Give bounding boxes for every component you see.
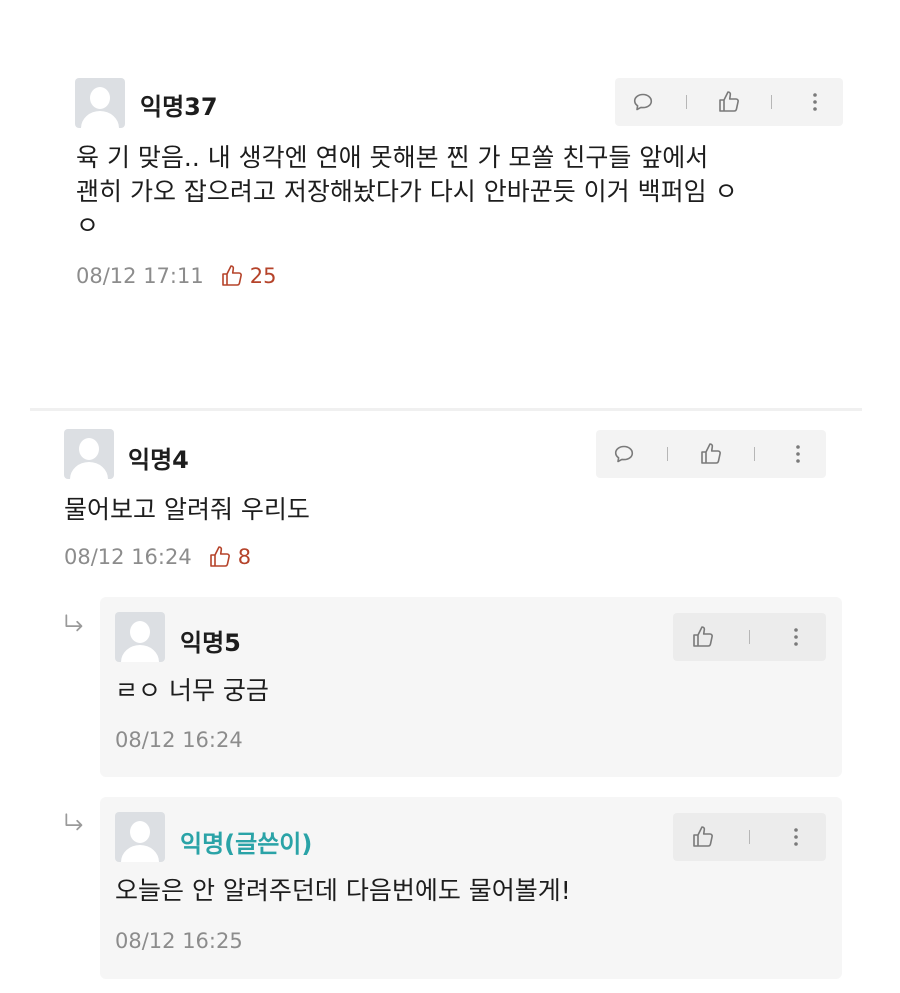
thumbs-up-icon — [691, 825, 715, 849]
reply-date: 08/12 16:24 — [115, 728, 243, 752]
like-button[interactable] — [689, 623, 717, 651]
divider — [667, 447, 669, 461]
comment-text-line: 괜히 가오 잡으려고 저장해놨다가 다시 안바꾼듯 이거 백퍼임 ㅇ — [76, 177, 738, 206]
more-vertical-icon — [803, 90, 827, 114]
comment-text: 육 기 맞음.. 내 생각엔 연애 못해본 찐 가 모쏠 친구들 앞에서 괜히 … — [76, 141, 836, 243]
reply-arrow-icon — [62, 811, 88, 837]
comment-meta: 08/12 17:11 25 — [76, 264, 276, 288]
reply-author: 익명5 — [180, 629, 241, 657]
like-count: 8 — [208, 545, 251, 569]
comment-date: 08/12 17:11 — [76, 264, 204, 288]
section-divider — [30, 408, 862, 411]
comment-text: 물어보고 알려줘 우리도 — [64, 495, 310, 524]
divider — [753, 447, 755, 461]
avatar[interactable] — [64, 429, 114, 479]
thumbs-up-icon — [717, 90, 741, 114]
comment-actions — [615, 78, 843, 126]
avatar[interactable] — [115, 612, 165, 662]
more-vertical-icon — [784, 825, 808, 849]
avatar[interactable] — [115, 812, 165, 862]
divider — [771, 95, 773, 109]
more-button[interactable] — [784, 440, 812, 468]
like-count-value: 8 — [237, 545, 252, 569]
more-button[interactable] — [801, 88, 829, 116]
comment-author: 익명37 — [140, 93, 218, 121]
avatar[interactable] — [75, 78, 125, 128]
reply-date: 08/12 16:25 — [115, 929, 243, 953]
thumbs-up-icon — [699, 442, 723, 466]
like-button[interactable] — [697, 440, 725, 468]
divider — [749, 830, 750, 844]
speech-bubble-icon — [631, 90, 655, 114]
reply-button[interactable] — [629, 88, 657, 116]
comment-text-line: 육 기 맞음.. 내 생각엔 연애 못해본 찐 가 모쏠 친구들 앞에서 — [76, 143, 709, 172]
more-vertical-icon — [786, 442, 810, 466]
like-count: 25 — [220, 264, 277, 288]
thumbs-up-icon — [208, 545, 232, 569]
comment-author: 익명4 — [128, 446, 189, 474]
comment-actions — [596, 430, 826, 478]
divider — [749, 630, 750, 644]
comment-meta: 08/12 16:24 8 — [64, 545, 251, 569]
more-button[interactable] — [782, 823, 810, 851]
reply-author-writer: 익명(글쓴이) — [180, 830, 313, 858]
reply-button[interactable] — [610, 440, 638, 468]
thumbs-up-icon — [220, 264, 244, 288]
divider — [685, 95, 687, 109]
thumbs-up-icon — [691, 625, 715, 649]
like-count-value: 25 — [249, 264, 277, 288]
comment-date: 08/12 16:24 — [64, 545, 192, 569]
speech-bubble-icon — [612, 442, 636, 466]
reply-text: 오늘은 안 알려주던데 다음번에도 물어볼게! — [115, 876, 571, 905]
like-button[interactable] — [715, 88, 743, 116]
like-button[interactable] — [689, 823, 717, 851]
reply-text: ㄹㅇ 너무 궁금 — [115, 676, 269, 705]
reply-item: 익명5 ㄹㅇ 너무 궁금 08/12 16:24 — [100, 597, 842, 777]
more-button[interactable] — [782, 623, 810, 651]
comment-text-line: ㅇ — [76, 211, 100, 240]
more-vertical-icon — [784, 625, 808, 649]
reply-actions — [673, 813, 826, 861]
reply-arrow-icon — [62, 612, 88, 638]
reply-item: 익명(글쓴이) 오늘은 안 알려주던데 다음번에도 물어볼게! 08/12 16… — [100, 797, 842, 979]
reply-actions — [673, 613, 826, 661]
